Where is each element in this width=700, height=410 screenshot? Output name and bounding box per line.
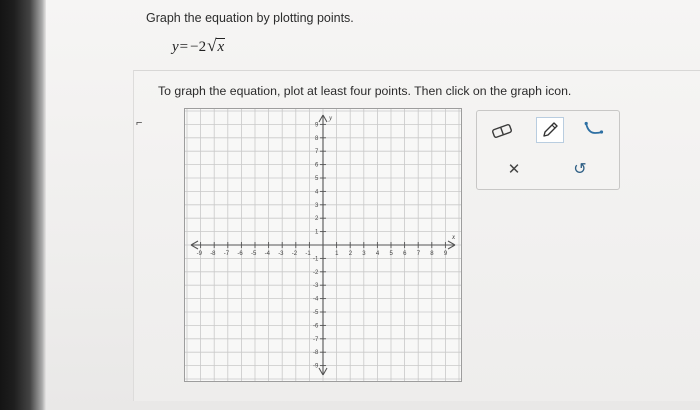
x-tick-label: 4 (376, 251, 380, 257)
x-tick-label: 7 (417, 251, 421, 257)
y-tick-label: 1 (315, 230, 319, 236)
y-tick-label: 8 (315, 136, 319, 142)
y-tick-label: -7 (313, 337, 319, 343)
question-prompt: Graph the equation by plotting points. (146, 11, 354, 25)
tool-row (477, 117, 619, 145)
radical-sign: √ (207, 36, 217, 55)
curve-graph-tool-button[interactable] (581, 117, 607, 141)
y-tick-label: -1 (313, 256, 319, 262)
curve-graph-icon (584, 121, 604, 134)
y-tick-label: 7 (315, 149, 319, 155)
equation-coefficient: −2 (190, 39, 207, 55)
cursor-mark: ⌐ (136, 117, 143, 129)
x-tick-label: 6 (403, 251, 407, 257)
x-tick-label: -2 (292, 251, 298, 257)
equation-lhs: y (172, 39, 179, 55)
y-tick-label: -9 (313, 364, 319, 370)
y-tick-label: -2 (313, 270, 319, 276)
clear-icon: ✕ (507, 161, 521, 178)
clear-button[interactable]: ✕ (501, 157, 527, 181)
equation: y = −2 √ x (172, 36, 226, 56)
y-axis-label: y (328, 114, 333, 122)
y-tick-label: 5 (315, 176, 319, 182)
x-tick-label: -1 (305, 251, 311, 257)
action-row: ✕ ↺ (477, 157, 619, 185)
eraser-tool-button[interactable] (489, 119, 515, 143)
x-tick-label: -9 (197, 251, 203, 257)
eraser-icon (492, 124, 512, 138)
x-tick-label: 5 (390, 251, 394, 257)
y-tick-label: 4 (315, 189, 319, 195)
coordinate-grid[interactable]: x y -9 -8 -7 -6 -5 -4 -3 -2 -1 1 2 3 4 5 6 7 8 9 9 8 7 6 5 4 3 2 1 -1… (185, 109, 461, 381)
x-tick-label: 9 (444, 251, 448, 257)
x-tick-label: 2 (349, 251, 353, 257)
graph-toolbar: ✕ ↺ (476, 110, 620, 190)
y-tick-label: -8 (313, 350, 319, 356)
equation-equals: = (179, 39, 189, 55)
y-tick-label: 2 (315, 216, 319, 222)
graph-area[interactable]: x y -9 -8 -7 -6 -5 -4 -3 -2 -1 1 2 3 4 5 6 7 8 9 9 8 7 6 5 4 3 2 1 -1… (184, 108, 462, 382)
y-tick-label: 6 (315, 163, 319, 169)
x-tick-label: 3 (362, 251, 366, 257)
x-tick-label: -5 (251, 251, 257, 257)
y-tick-label: 9 (315, 122, 319, 128)
x-tick-label: 8 (430, 251, 434, 257)
x-tick-label: 1 (335, 251, 339, 257)
x-tick-label: -4 (265, 251, 271, 257)
undo-icon: ↺ (573, 161, 587, 178)
y-tick-label: -5 (313, 310, 319, 316)
equation-radicand: x (216, 38, 226, 55)
y-tick-label: -4 (313, 297, 319, 303)
screen-bezel-edge (0, 0, 46, 410)
x-tick-label: -3 (278, 251, 284, 257)
undo-button[interactable]: ↺ (567, 157, 593, 181)
x-tick-label: -8 (210, 251, 216, 257)
pencil-icon (543, 122, 558, 137)
pencil-tool-button[interactable] (536, 117, 564, 143)
x-tick-label: -7 (224, 251, 230, 257)
x-tick-label: -6 (237, 251, 243, 257)
instruction-text: To graph the equation, plot at least fou… (158, 84, 572, 98)
y-tick-label: 3 (315, 203, 319, 209)
y-tick-label: -3 (313, 283, 319, 289)
x-axis-label: x (451, 233, 456, 241)
y-tick-label: -6 (313, 323, 319, 329)
